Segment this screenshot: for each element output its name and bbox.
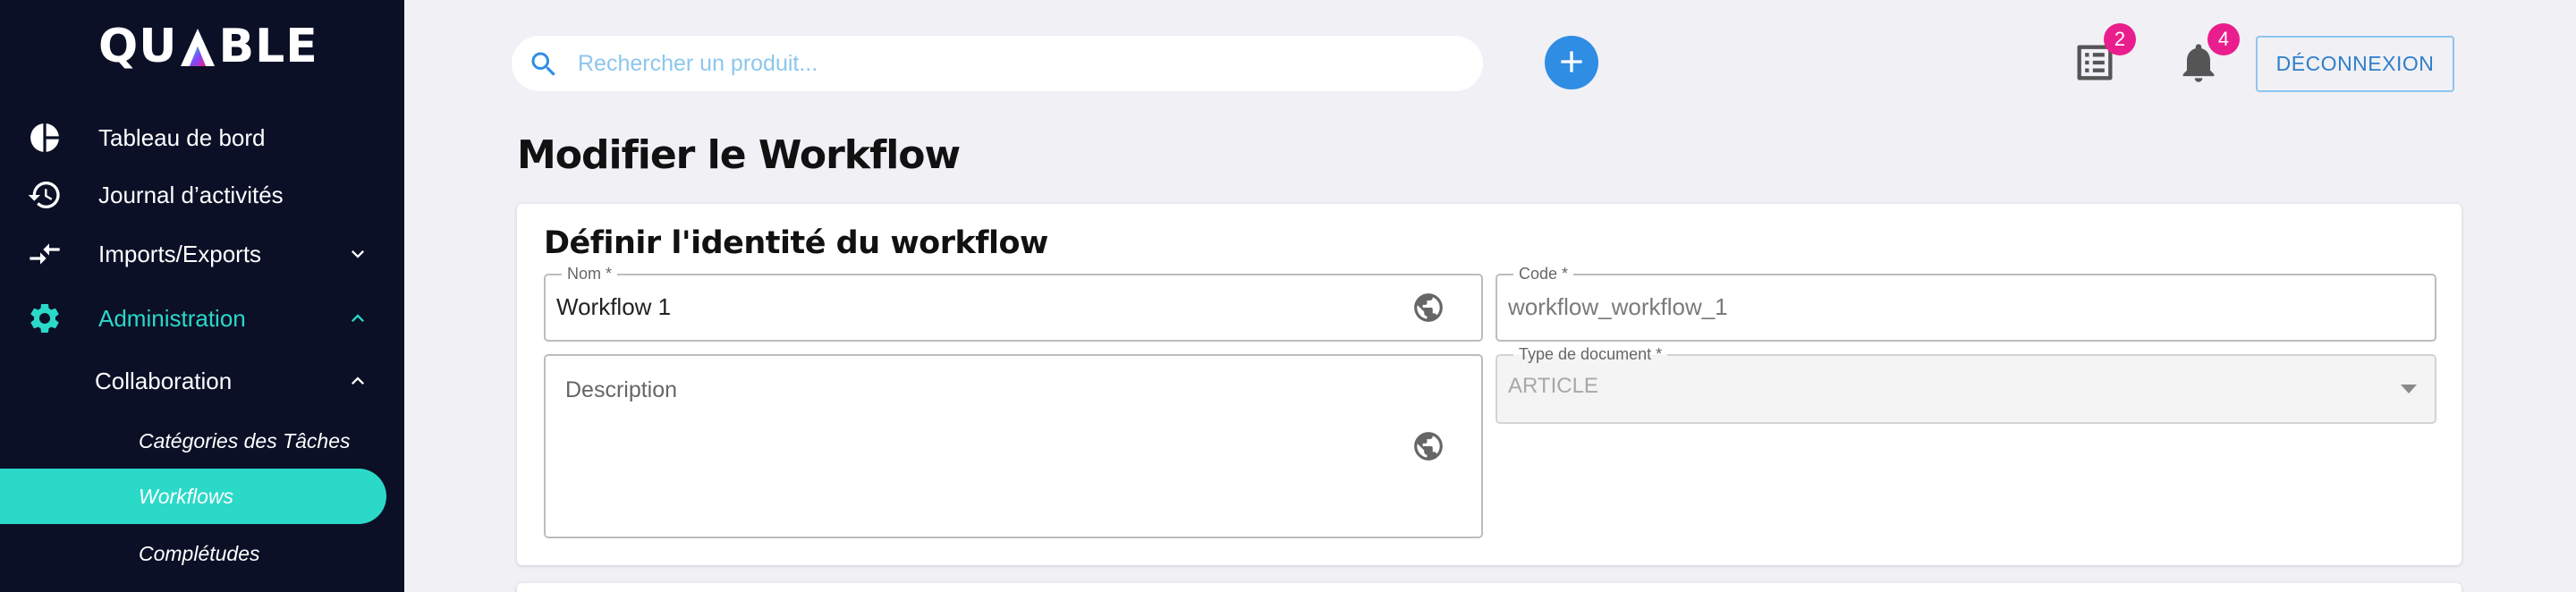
pie-chart-icon	[27, 120, 63, 156]
sidebar-item-label: Workflows	[139, 484, 234, 508]
gear-icon	[27, 300, 63, 336]
tasks-button[interactable]: 2	[2066, 23, 2136, 93]
search-bar[interactable]	[512, 36, 1483, 91]
chevron-down-icon[interactable]	[344, 241, 371, 267]
sidebar-item-task-categories[interactable]: Catégories des Tâches	[0, 413, 386, 469]
search-icon	[528, 48, 560, 80]
search-input[interactable]	[578, 45, 1454, 82]
sidebar-item-label: Collaboration	[95, 367, 233, 394]
page-title: Modifier le Workflow	[517, 132, 961, 178]
description-placeholder: Description	[565, 377, 678, 402]
sidebar-item-label: Administration	[98, 304, 246, 332]
sidebar-item-imports-exports[interactable]: Imports/Exports	[0, 227, 404, 281]
logo-a-mark	[179, 26, 216, 67]
plus-icon	[1554, 44, 1589, 82]
sidebar-item-activity-log[interactable]: Journal d’activités	[0, 168, 404, 222]
sidebar-item-label: Imports/Exports	[98, 240, 262, 267]
name-field-label: Nom *	[562, 265, 618, 283]
document-type-label: Type de document *	[1513, 345, 1668, 364]
import-export-icon	[27, 236, 63, 272]
chevron-up-icon[interactable]	[344, 368, 371, 394]
history-icon	[27, 177, 63, 213]
code-field[interactable]: Code * workflow_workflow_1	[1496, 265, 2436, 342]
chevron-up-icon[interactable]	[344, 305, 371, 332]
sidebar-item-label: Journal d’activités	[98, 181, 284, 208]
document-type-value: ARTICLE	[1508, 374, 1598, 398]
sidebar-item-label: Catégories des Tâches	[139, 428, 351, 452]
sidebar-item-label: Tableau de bord	[98, 123, 266, 151]
name-field-value: Workflow 1	[556, 293, 672, 320]
add-button[interactable]	[1545, 36, 1598, 89]
code-field-value: workflow_workflow_1	[1508, 293, 1728, 320]
sidebar-item-administration[interactable]: Administration	[0, 292, 404, 345]
quable-logo[interactable]: QU BLE	[98, 20, 318, 73]
notifications-button[interactable]: 4	[2170, 23, 2240, 93]
logout-button[interactable]: DÉCONNEXION	[2256, 36, 2454, 92]
logo-text-right: BLE	[218, 20, 318, 73]
sidebar-item-completeness[interactable]: Complétudes	[0, 526, 386, 581]
sidebar-item-label: Complétudes	[139, 541, 260, 565]
code-field-label: Code *	[1513, 265, 1574, 283]
sidebar: QU BLE Tableau de bord Journal d’activit…	[0, 0, 404, 592]
sidebar-item-dashboard[interactable]: Tableau de bord	[0, 111, 404, 165]
card-title: Définir l'identité du workflow	[544, 225, 1048, 261]
sidebar-item-workflows[interactable]: Workflows	[0, 469, 386, 524]
document-type-select[interactable]: Type de document * ARTICLE	[1496, 345, 2436, 424]
globe-icon[interactable]	[1411, 291, 1445, 325]
description-field[interactable]: Description	[544, 354, 1483, 538]
logo-text-left: QU	[98, 20, 178, 73]
workflow-identity-card: Définir l'identité du workflow Nom * Wor…	[517, 204, 2462, 565]
name-field[interactable]: Nom * Workflow 1	[544, 265, 1483, 342]
notifications-badge: 4	[2207, 23, 2240, 55]
tasks-badge: 2	[2104, 23, 2136, 55]
globe-icon[interactable]	[1411, 429, 1445, 463]
sidebar-item-collaboration[interactable]: Collaboration	[0, 354, 404, 408]
dropdown-arrow-icon	[2401, 385, 2417, 393]
next-card	[517, 583, 2462, 592]
